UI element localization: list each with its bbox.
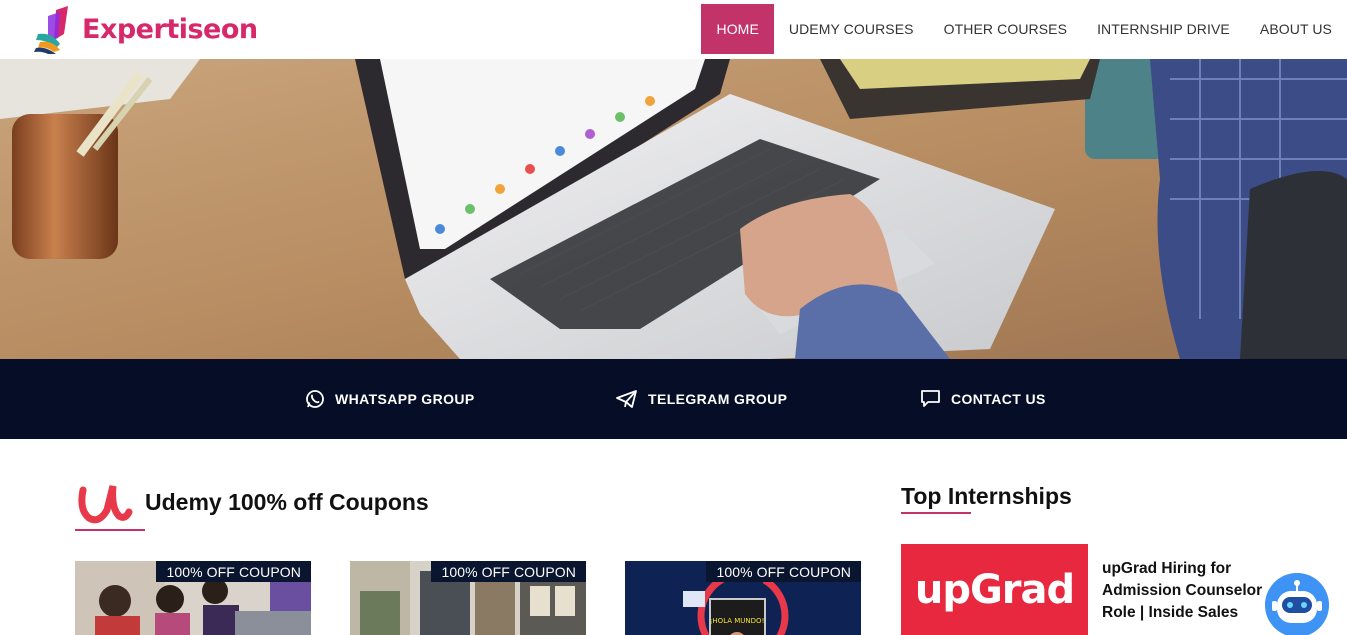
course-card[interactable]: ¡HOLA MUNDO! 100% OFF COUPON (625, 561, 861, 635)
contact-us-link[interactable]: CONTACT US (920, 359, 1046, 439)
coupon-badge: 100% OFF COUPON (431, 561, 586, 582)
chat-bubble-icon (921, 390, 940, 407)
telegram-icon (616, 390, 637, 408)
coupon-badge: 100% OFF COUPON (706, 561, 861, 582)
contact-us-label: CONTACT US (951, 391, 1046, 407)
upgrad-thumbnail[interactable]: upGrad (901, 544, 1088, 635)
nav-item-internship-drive[interactable]: INTERNSHIP DRIVE (1082, 4, 1245, 54)
nav-item-udemy-courses[interactable]: UDEMY COURSES (774, 4, 929, 54)
internship-title-link[interactable]: upGrad Hiring for Admission Counselor Ro… (1102, 558, 1282, 624)
brand-name: Expertiseon (82, 13, 258, 45)
whatsapp-group-label: WHATSAPP GROUP (335, 391, 475, 407)
section-underline (75, 529, 145, 531)
udemy-section-title: Udemy 100% off Coupons (145, 488, 429, 515)
udemy-logo-icon (78, 485, 133, 524)
whatsapp-icon (306, 390, 324, 408)
site-header: Expertiseon HOME UDEMY COURSES OTHER COU… (0, 0, 1347, 59)
chatbot-button[interactable] (1265, 573, 1329, 635)
nav-item-about-us[interactable]: ABOUT US (1245, 4, 1347, 54)
main-nav: HOME UDEMY COURSES OTHER COURSES INTERNS… (701, 4, 1347, 54)
chatbot-icon (1265, 573, 1329, 635)
section-underline (901, 512, 971, 514)
upgrad-logo-text: upGrad (914, 566, 1075, 613)
course-card[interactable]: 100% OFF COUPON (350, 561, 586, 635)
book-logo-icon (34, 6, 68, 54)
nav-item-other-courses[interactable]: OTHER COURSES (929, 4, 1082, 54)
telegram-group-link[interactable]: TELEGRAM GROUP (616, 359, 787, 439)
hero-banner-image (0, 59, 1347, 359)
course-card[interactable]: 100% OFF COUPON (75, 561, 311, 635)
quick-links-bar: WHATSAPP GROUP TELEGRAM GROUP CONTACT US (0, 359, 1347, 439)
svg-text:¡HOLA MUNDO!: ¡HOLA MUNDO! (710, 617, 765, 625)
nav-item-home[interactable]: HOME (701, 4, 774, 54)
telegram-group-label: TELEGRAM GROUP (648, 391, 788, 407)
udemy-section-header: Udemy 100% off Coupons (75, 480, 429, 524)
site-logo[interactable]: Expertiseon (34, 3, 258, 55)
coupon-badge: 100% OFF COUPON (156, 561, 311, 582)
top-internships-title: Top Internships (901, 483, 1072, 509)
whatsapp-group-link[interactable]: WHATSAPP GROUP (305, 359, 475, 439)
